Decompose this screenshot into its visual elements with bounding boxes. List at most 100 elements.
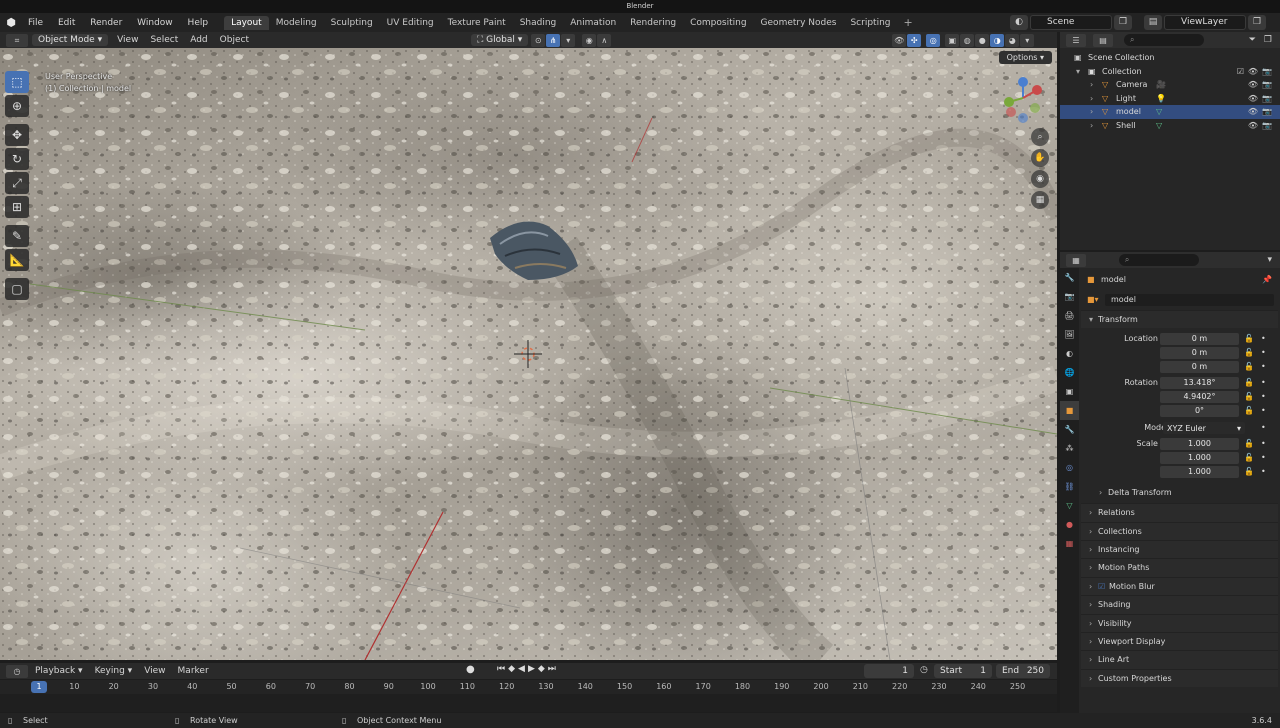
tab-sculpting[interactable]: Sculpting	[324, 16, 380, 30]
expand-arrow-icon[interactable]: ›	[1090, 78, 1093, 92]
collection-checkbox-icon[interactable]: ☑	[1237, 65, 1244, 79]
panel-shading[interactable]: › Shading	[1081, 595, 1278, 614]
keyframe-dot-icon[interactable]: •	[1261, 346, 1266, 360]
scene-icon[interactable]: ◐	[1010, 15, 1028, 30]
playback-controls-icon[interactable]: ⏮◆◀▶◆⏭	[497, 664, 559, 674]
options-button[interactable]: Options ▾	[998, 51, 1052, 64]
keyframe-dot-icon[interactable]: •	[1261, 465, 1266, 479]
annotate-tool-icon[interactable]: ✎	[5, 225, 29, 247]
lock-icon[interactable]: 🔓	[1244, 465, 1254, 479]
orientation-dropdown[interactable]: ⛶ Global ▾	[470, 34, 529, 46]
object-tab-icon[interactable]: ■	[1060, 401, 1079, 420]
modifier-tab-icon[interactable]: 🔧	[1060, 420, 1079, 439]
camera-render-icon[interactable]: 📷	[1262, 92, 1272, 106]
scene-tab-icon[interactable]: ◐	[1060, 344, 1079, 363]
outliner-item-model[interactable]: › ▽ model ▽ 👁 📷	[1060, 105, 1280, 119]
end-frame-field[interactable]: End 250	[996, 664, 1050, 678]
tab-texture-paint[interactable]: Texture Paint	[441, 16, 513, 30]
keyframe-dot-icon[interactable]: •	[1261, 421, 1266, 435]
expand-arrow-icon[interactable]: ›	[1090, 92, 1093, 106]
keyframe-dot-icon[interactable]: •	[1261, 390, 1266, 404]
new-scene-icon[interactable]: ❐	[1114, 15, 1132, 30]
pin-icon[interactable]: 📌	[1262, 268, 1272, 292]
outliner-item-shell[interactable]: › ▽ Shell ▽ 👁 📷	[1060, 119, 1280, 133]
measure-tool-icon[interactable]: 📐	[5, 249, 29, 271]
xray-icon[interactable]: ▣	[945, 33, 960, 47]
panel-relations[interactable]: › Relations	[1081, 503, 1278, 522]
view-layer-selector[interactable]: ViewLayer	[1164, 15, 1246, 30]
output-tab-icon[interactable]: 🖨	[1060, 306, 1079, 325]
panel-viewport-display[interactable]: › Viewport Display	[1081, 632, 1278, 651]
panel-custom-properties[interactable]: › Custom Properties	[1081, 668, 1278, 688]
falloff-icon[interactable]: ∧	[597, 33, 612, 47]
new-collection-icon[interactable]: ❐	[1264, 35, 1272, 45]
shading-wireframe-icon[interactable]: ◍	[960, 33, 975, 47]
panel-motion-paths[interactable]: › Motion Paths	[1081, 558, 1278, 577]
location-x-field[interactable]: 0 m	[1160, 333, 1239, 346]
panel-visibility[interactable]: › Visibility	[1081, 613, 1278, 632]
timeline-track[interactable]	[0, 694, 1057, 712]
particles-tab-icon[interactable]: ⁂	[1060, 439, 1079, 458]
lock-icon[interactable]: 🔓	[1244, 390, 1254, 404]
delta-transform-header[interactable]: › Delta Transform	[1081, 484, 1278, 501]
data-block-icon[interactable]: ■▾	[1087, 290, 1099, 310]
scale-tool-icon[interactable]: ⤢	[5, 172, 29, 194]
timeline-menu-view[interactable]: View	[138, 666, 171, 676]
keyframe-dot-icon[interactable]: •	[1261, 451, 1266, 465]
lock-icon[interactable]: 🔓	[1244, 437, 1254, 451]
menu-window[interactable]: Window	[131, 18, 179, 28]
tab-scripting[interactable]: Scripting	[843, 16, 897, 30]
constraints-tab-icon[interactable]: ⛓	[1060, 477, 1079, 496]
menu-render[interactable]: Render	[84, 18, 128, 28]
scale-z-field[interactable]: 1.000	[1160, 465, 1239, 478]
add-workspace-button[interactable]: +	[898, 16, 919, 30]
tab-layout[interactable]: Layout	[224, 15, 269, 30]
view-layer-tab-icon[interactable]: 🖼	[1060, 325, 1079, 344]
viewport-menu-view[interactable]: View	[111, 35, 144, 45]
lock-icon[interactable]: 🔓	[1244, 360, 1254, 374]
menu-help[interactable]: Help	[182, 18, 215, 28]
keyframe-dot-icon[interactable]: •	[1261, 332, 1266, 346]
shading-solid-icon[interactable]: ●	[975, 33, 990, 47]
camera-render-icon[interactable]: 📷	[1262, 119, 1272, 133]
material-tab-icon[interactable]: ●	[1060, 515, 1079, 534]
lock-icon[interactable]: 🔓	[1244, 451, 1254, 465]
camera-render-icon[interactable]: 📷	[1262, 78, 1272, 92]
display-mode-icon[interactable]: ▤	[1093, 33, 1113, 47]
texture-tab-icon[interactable]: ▦	[1060, 534, 1079, 553]
world-tab-icon[interactable]: 🌐	[1060, 363, 1079, 382]
shading-material-icon[interactable]: ◑	[990, 33, 1005, 47]
overlay-toggle-icon[interactable]: ◎	[926, 33, 941, 47]
proportional-edit-icon[interactable]: ◉	[582, 33, 597, 47]
expand-arrow-icon[interactable]: ›	[1090, 119, 1093, 133]
snap-icon[interactable]: ⋔	[546, 33, 561, 47]
shading-options-icon[interactable]: ▾	[1020, 33, 1035, 47]
rotate-tool-icon[interactable]: ↻	[5, 148, 29, 170]
timeline-menu-keying[interactable]: Keying ▾	[89, 666, 139, 676]
menu-edit[interactable]: Edit	[52, 18, 81, 28]
eye-icon[interactable]: 👁	[1248, 92, 1258, 106]
eye-icon[interactable]: 👁	[1248, 65, 1258, 79]
outliner-scene-collection[interactable]: ▣ Scene Collection	[1060, 51, 1280, 65]
zoom-icon[interactable]: ⌕	[1031, 128, 1049, 146]
lock-icon[interactable]: 🔓	[1244, 346, 1254, 360]
keyframe-dot-icon[interactable]: •	[1261, 376, 1266, 390]
start-frame-field[interactable]: Start 1	[934, 664, 992, 678]
menu-file[interactable]: File	[22, 18, 49, 28]
tab-uv-editing[interactable]: UV Editing	[380, 16, 441, 30]
scale-x-field[interactable]: 1.000	[1160, 438, 1239, 451]
navigation-gizmo-icon[interactable]	[1003, 76, 1047, 124]
camera-render-icon[interactable]: 📷	[1262, 105, 1272, 119]
grid-toggle-icon[interactable]: ▦	[1031, 191, 1049, 209]
properties-search-input[interactable]: ⌕	[1118, 254, 1199, 266]
keyframe-dot-icon[interactable]: •	[1261, 404, 1266, 418]
location-z-field[interactable]: 0 m	[1160, 360, 1239, 373]
eye-icon[interactable]: 👁	[1248, 119, 1258, 133]
blender-logo-icon[interactable]: ⬢	[0, 16, 22, 29]
panel-motion-blur[interactable]: › ☑ Motion Blur	[1081, 576, 1278, 596]
tool-tab-icon[interactable]: 🔧	[1060, 268, 1079, 287]
location-y-field[interactable]: 0 m	[1160, 347, 1239, 360]
scene-selector[interactable]: Scene	[1030, 15, 1112, 30]
rotation-z-field[interactable]: 0°	[1160, 404, 1239, 417]
transform-tool-icon[interactable]: ⊞	[5, 196, 29, 218]
